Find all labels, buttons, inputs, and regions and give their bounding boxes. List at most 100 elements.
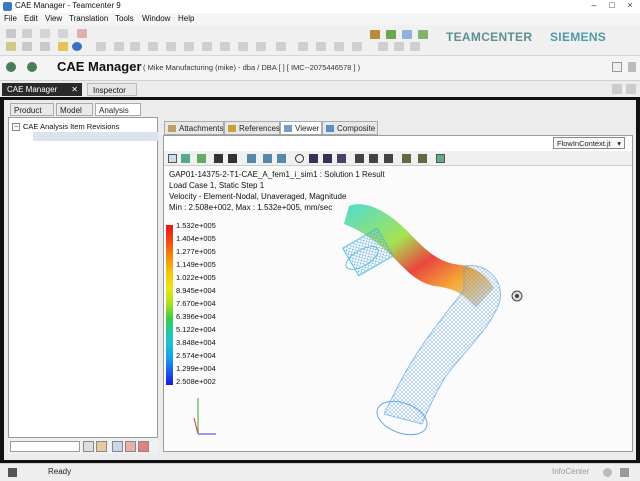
clear-icon[interactable] [138, 441, 149, 452]
color-wheel-icon[interactable] [72, 42, 82, 51]
copy-layout-icon[interactable] [378, 42, 388, 51]
menu-translation[interactable]: Translation [69, 14, 108, 23]
menu-window[interactable]: Window [142, 14, 170, 23]
tab-composite[interactable]: Composite [322, 121, 378, 135]
minimize-button[interactable]: – [585, 0, 603, 12]
tab-attachments[interactable]: Attachments [164, 121, 224, 135]
layout-icon[interactable] [418, 30, 428, 39]
find-icon[interactable] [96, 441, 107, 452]
checkin-icon[interactable] [40, 42, 50, 51]
view-icon[interactable] [148, 42, 158, 51]
network-icon[interactable] [402, 30, 412, 39]
send-icon[interactable] [96, 42, 106, 51]
back-icon[interactable] [6, 62, 16, 72]
minimize-view-icon[interactable] [612, 84, 622, 94]
display-mode-icon[interactable] [436, 154, 445, 163]
tab-product[interactable]: Product [10, 103, 54, 116]
tab-analysis[interactable]: Analysis [95, 103, 141, 116]
tab-analysis-label: Analysis [99, 106, 129, 115]
tab-inspector[interactable]: Inspector [87, 83, 137, 96]
zoom-area-icon[interactable] [263, 154, 272, 163]
edit-icon[interactable] [6, 42, 16, 51]
history-icon[interactable] [114, 42, 124, 51]
where-used-icon[interactable] [276, 42, 286, 51]
copy-icon[interactable] [22, 29, 32, 38]
tab-viewer[interactable]: Viewer [280, 121, 322, 135]
key-icon[interactable] [370, 30, 380, 39]
tab-references[interactable]: References [224, 121, 280, 135]
move-icon[interactable] [309, 154, 318, 163]
fit-icon[interactable] [247, 154, 256, 163]
tab-cae-manager-label: CAE Manager [7, 85, 58, 94]
triad-axes-icon [193, 398, 216, 435]
filter-icon[interactable] [298, 42, 308, 51]
tools-icon[interactable] [334, 42, 344, 51]
print-icon[interactable] [130, 42, 140, 51]
menu-help[interactable]: Help [178, 14, 194, 23]
cut-icon[interactable] [6, 29, 16, 38]
attach-icon[interactable] [316, 42, 326, 51]
structure-icon[interactable] [256, 42, 266, 51]
remove-icon[interactable] [125, 441, 136, 452]
pan-icon[interactable] [181, 154, 190, 163]
tray-icon[interactable] [620, 468, 629, 477]
perspective-bar: CAE Manager ( Mike Manufacturing (mike) … [0, 56, 640, 81]
open-perspective-icon[interactable] [612, 62, 622, 72]
camera-icon[interactable] [418, 154, 427, 163]
tree-selected-row[interactable] [33, 132, 158, 141]
section-icon[interactable] [355, 154, 364, 163]
markup-icon[interactable] [184, 42, 194, 51]
paste-icon[interactable] [40, 29, 50, 38]
walk-icon[interactable] [337, 154, 346, 163]
view-front-icon[interactable] [277, 154, 286, 163]
open-folder-icon[interactable] [58, 42, 68, 51]
tree-search-input[interactable] [10, 441, 80, 452]
settings-icon[interactable] [352, 42, 362, 51]
viewer-toolbar [164, 151, 632, 166]
search-icon[interactable] [83, 441, 94, 452]
first-step-icon[interactable] [214, 154, 223, 163]
document-icon[interactable] [238, 42, 248, 51]
tab-inspector-label: Inspector [93, 86, 126, 95]
approve-icon[interactable] [386, 30, 396, 39]
tab-model[interactable]: Model [56, 103, 93, 116]
menu-tools[interactable]: Tools [115, 14, 134, 23]
collapse-icon[interactable] [112, 441, 123, 452]
zoom-icon[interactable] [168, 154, 177, 163]
menu-file[interactable]: File [4, 14, 17, 23]
rotate-icon[interactable] [197, 154, 206, 163]
viewer-file-dropdown[interactable]: FlowInContext.jt ▾ [553, 137, 625, 149]
menu-view[interactable]: View [45, 14, 62, 23]
app-icon [3, 2, 12, 11]
spin-icon[interactable] [323, 154, 332, 163]
compare-icon[interactable] [202, 42, 212, 51]
tree-root-label[interactable]: CAE Analysis Item Revisions [23, 122, 119, 131]
status-icon [8, 468, 17, 477]
forward-icon[interactable] [27, 62, 37, 72]
window-layout-icon[interactable] [410, 42, 420, 51]
tab-product-label: Product [14, 106, 42, 115]
workflow-icon[interactable] [220, 42, 230, 51]
delete-icon[interactable] [77, 29, 87, 38]
expand-toggle[interactable]: − [12, 123, 20, 131]
menu-edit[interactable]: Edit [24, 14, 38, 23]
snapshot-icon[interactable] [402, 154, 411, 163]
measure-icon[interactable] [369, 154, 378, 163]
close-tab-icon[interactable]: ✕ [71, 83, 78, 96]
paste-layout-icon[interactable] [394, 42, 404, 51]
refresh-icon[interactable] [22, 42, 32, 51]
last-step-icon[interactable] [228, 154, 237, 163]
maximize-view-icon[interactable] [626, 84, 636, 94]
markup-tool-icon[interactable] [384, 154, 393, 163]
close-window-button[interactable]: × [621, 0, 639, 12]
perspective-menu-icon[interactable] [628, 62, 636, 72]
paste-special-icon[interactable] [58, 29, 68, 38]
tree-panel: − CAE Analysis Item Revisions [8, 117, 158, 438]
chevron-down-icon: ▾ [617, 139, 621, 148]
maximize-button[interactable]: □ [603, 0, 621, 12]
sync-icon[interactable] [603, 468, 612, 477]
report-icon[interactable] [166, 42, 176, 51]
orbit-icon[interactable] [295, 154, 304, 163]
info-center-link[interactable]: InfoCenter [552, 467, 589, 476]
tab-cae-manager[interactable]: CAE Manager ✕ [2, 83, 82, 96]
